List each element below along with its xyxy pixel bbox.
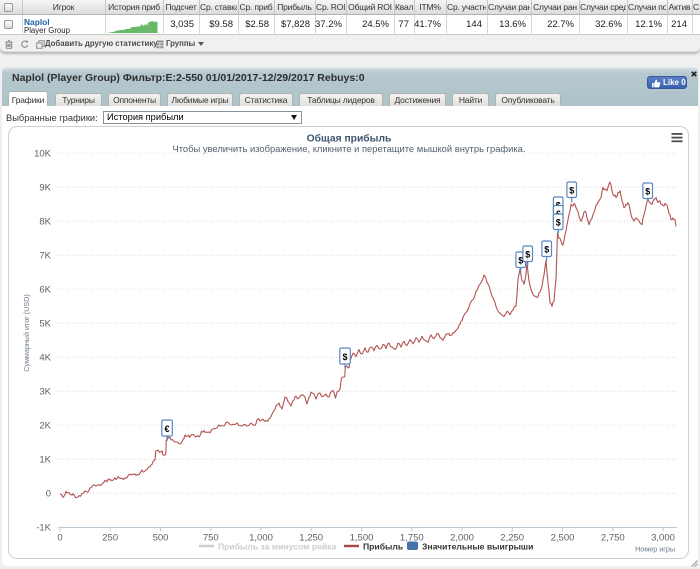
svg-text:$: $ [544, 245, 549, 255]
svg-text:Суммарный итог (USD): Суммарный итог (USD) [22, 294, 31, 372]
svg-text:$: $ [556, 218, 561, 228]
svg-text:5K: 5K [39, 319, 51, 330]
svg-text:3K: 3K [39, 387, 51, 398]
svg-text:7K: 7K [39, 251, 51, 262]
svg-text:$: $ [569, 186, 574, 196]
svg-text:250: 250 [102, 533, 118, 544]
svg-text:$: $ [342, 352, 347, 362]
svg-text:$: $ [645, 187, 650, 197]
svg-text:4K: 4K [39, 353, 51, 364]
svg-text:Значительные выигрыши: Значительные выигрыши [422, 542, 533, 552]
svg-text:2,750: 2,750 [601, 533, 625, 544]
svg-text:Чтобы увеличить изображение, к: Чтобы увеличить изображение, кликните и … [173, 143, 526, 154]
svg-text:2K: 2K [39, 421, 51, 432]
svg-text:2,500: 2,500 [551, 533, 575, 544]
svg-text:3,000: 3,000 [651, 533, 675, 544]
svg-text:€: € [164, 424, 169, 434]
svg-text:750: 750 [203, 533, 219, 544]
svg-text:9K: 9K [39, 183, 51, 194]
svg-text:Номер игры: Номер игры [635, 545, 675, 554]
svg-text:500: 500 [153, 533, 169, 544]
svg-text:-1K: -1K [36, 523, 51, 534]
svg-text:0: 0 [46, 489, 51, 500]
svg-text:$: $ [525, 250, 530, 260]
svg-text:8K: 8K [39, 217, 51, 228]
svg-text:Прибыль за минусом рейка: Прибыль за минусом рейка [218, 542, 336, 552]
svg-text:0: 0 [57, 533, 62, 544]
svg-text:6K: 6K [39, 285, 51, 296]
svg-text:10K: 10K [34, 149, 52, 160]
svg-text:1K: 1K [39, 455, 51, 466]
svg-text:Прибыль: Прибыль [363, 542, 403, 552]
